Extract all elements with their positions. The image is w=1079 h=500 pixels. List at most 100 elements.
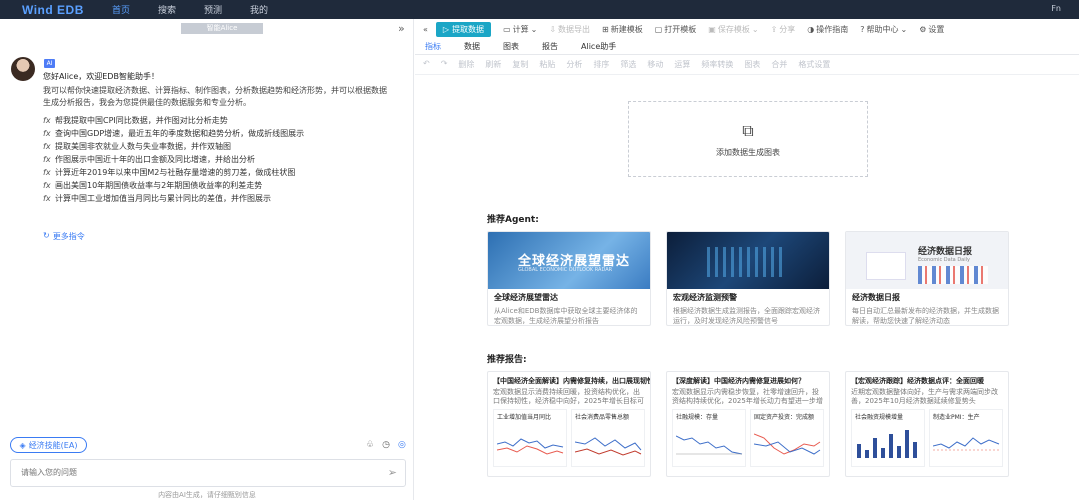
extract-data-label: 提取数据 (452, 24, 485, 34)
help-center-label: 帮助中心 (866, 24, 899, 34)
filter-tool[interactable]: 筛选 (620, 59, 636, 70)
suggestion-item[interactable]: fx 作图展示中国近十年的出口金额及同比增速，并给出分析 (43, 153, 403, 166)
move-tool[interactable]: 移动 (647, 59, 663, 70)
new-template-button[interactable]: ⊞ 新建模板 (602, 24, 643, 35)
save-template-button[interactable]: ▣ 保存模板 ⌄ (708, 24, 758, 35)
settings-button[interactable]: ⚙ 设置 (919, 24, 944, 35)
report-mini-chart: 制造业PMI：生产 (929, 409, 1003, 467)
mini-chart-lines (575, 437, 642, 456)
delete-tool[interactable]: 删除 (458, 59, 474, 70)
report-mini-chart: 工业增加值当月同比 (493, 409, 567, 467)
suggestion-item[interactable]: fx 帮我提取中国CPI同比数据，并作图对比分析走势 (43, 114, 403, 127)
report-section-title: 推荐报告: (487, 355, 527, 365)
suggestion-list: fx 帮我提取中国CPI同比数据，并作图对比分析走势 fx 查询中国GDP增速，最近… (43, 114, 403, 205)
report-desc: 宏观数据显示消费持续回暖，投资结构优化，出口保持韧性，经济稳中向好，2025年增… (493, 388, 644, 405)
intro-text: 我可以帮你快速提取经济数据、计算指标、制作图表，分析数据趋势和经济形势，并可以根… (43, 86, 387, 107)
mini-chart-label: 制造业PMI：生产 (933, 414, 980, 421)
suggestion-item[interactable]: fx 查询中国GDP增速，最近五年的季度数据和趋势分析，做成折线图展示 (43, 127, 403, 140)
undo-icon[interactable]: ↶ (423, 59, 430, 70)
top-nav: 首页 搜索 预测 我的 (112, 3, 268, 16)
disclaimer-text: 内容由AI生成，请仔细甄别信息 (158, 491, 256, 499)
calc-button[interactable]: ▭ 计算 ⌄ (503, 24, 537, 35)
user-menu[interactable]: Fn (1051, 4, 1061, 13)
agent-card[interactable]: 全球经济展望雷达 GLOBAL ECONOMIC OUTLOOK RADAR 全… (487, 231, 651, 326)
tabs-divider (415, 54, 1079, 55)
chart-tool[interactable]: 图表 (744, 59, 760, 70)
analyze-tool[interactable]: 分析 (566, 59, 582, 70)
mini-chart-label: 工业增加值当月同比 (497, 414, 552, 421)
mini-chart-lines (754, 433, 821, 455)
mini-chart-label: 社融规模：存量 (676, 414, 719, 421)
cover-chart-graphic (866, 252, 906, 280)
format-tool[interactable]: 格式设置 (798, 59, 830, 70)
suggestion-item[interactable]: fx 提取美国非农就业人数与失业率数据，并作双轴图 (43, 140, 403, 153)
paste-tool[interactable]: 粘贴 (539, 59, 555, 70)
mini-chart-bars (857, 430, 917, 458)
skill-icon: ◈ (19, 440, 26, 450)
tab-alice[interactable]: Alice助手 (581, 41, 616, 52)
suggestion-text: 帮我提取中国CPI同比数据，并作图对比分析走势 (55, 116, 228, 125)
copy-tool[interactable]: 复制 (512, 59, 528, 70)
suggestion-text: 提取美国非农就业人数与失业率数据，并作双轴图 (55, 142, 231, 151)
edit-toolbar-divider (415, 74, 1079, 75)
chat-input[interactable] (21, 468, 361, 477)
report-mini-chart: 社会融资规模增量 (851, 409, 925, 467)
settings-label: 设置 (928, 24, 945, 34)
history-icon[interactable]: ◷ (382, 440, 390, 450)
refresh-tool[interactable]: 刷新 (485, 59, 501, 70)
tab-reports[interactable]: 报告 (542, 41, 558, 52)
agent-cover-title: 经济数据日报 (918, 247, 973, 257)
clean-icon[interactable]: ♧ (366, 440, 374, 450)
export-button[interactable]: ⇩ 数据导出 (549, 24, 590, 35)
suggestion-item[interactable]: fx 计算近年2019年以来中国M2与社融存量增速的剪刀差，做成柱状图 (43, 166, 403, 179)
workspace: « ▷ 提取数据 ▭ 计算 ⌄ ⇩ 数据导出 ⊞ 新建模板 ▢ 打开模板 ▣ 保存模板 ⌄ ⇪… (415, 19, 1079, 500)
gear-icon: ⚙ (919, 24, 927, 34)
tab-indicators[interactable]: 指标 (425, 41, 441, 52)
guide-button[interactable]: ◑ 操作指南 (807, 24, 848, 35)
frequency-tool[interactable]: 频率转换 (701, 59, 733, 70)
agent-desc: 从Alice和EDB数据库中获取全球主要经济体的宏观数据，生成经济展望分析报告 (494, 307, 638, 325)
add-chart-label: 添加数据生成图表 (716, 147, 780, 157)
nav-mine[interactable]: 我的 (250, 3, 268, 16)
share-button[interactable]: ⇪ 分享 (771, 24, 796, 35)
agent-title: 宏观经济监测预警 (673, 293, 737, 302)
suggestion-text: 计算中国工业增加值当月同比与累计同比的差值，并作图展示 (55, 194, 271, 203)
extract-data-button[interactable]: ▷ 提取数据 (435, 21, 492, 37)
nav-home[interactable]: 首页 (112, 3, 130, 16)
report-title: 【中国经济全面解读】内需修复持续，出口展现韧性 (493, 377, 650, 385)
help-center-button[interactable]: ? 帮助中心 ⌄ (860, 24, 907, 35)
skill-button[interactable]: ◈ 经济技能(EA) (10, 437, 87, 453)
nav-search[interactable]: 搜索 (158, 3, 176, 16)
tab-data[interactable]: 数据 (464, 41, 480, 52)
add-chart-area[interactable]: ⧉ 添加数据生成图表 (628, 101, 868, 177)
agent-cover-subtitle: Economic Data Daily (918, 257, 970, 263)
report-card[interactable]: 【深度解读】中国经济内需修复进展如何？ 宏观数据显示内需稳步恢复，社零增速回升，… (666, 371, 830, 477)
suggestion-text: 查询中国GDP增速，最近五年的季度数据和趋势分析，做成折线图展示 (55, 129, 305, 138)
cover-bars-graphic (918, 266, 988, 284)
agent-card[interactable]: 经济数据日报 Economic Data Daily 经济数据日报 每日自动汇总… (845, 231, 1009, 326)
collapse-left-icon[interactable]: « (423, 25, 428, 34)
tab-charts[interactable]: 图表 (503, 41, 519, 52)
suggestion-item[interactable]: fx 画出美国10年期国债收益率与2年期国债收益率的利差走势 (43, 179, 403, 192)
report-card[interactable]: 【中国经济全面解读】内需修复持续，出口展现韧性 宏观数据显示消费持续回暖，投资结… (487, 371, 651, 477)
report-title: 【宏观经济跟踪】经济数据点评：全面回暖 (851, 377, 984, 385)
more-commands-link[interactable]: ↻ 更多指令 (43, 231, 85, 242)
collapse-panel-icon[interactable]: » (398, 22, 405, 35)
open-template-button[interactable]: ▢ 打开模板 (655, 24, 697, 35)
redo-icon[interactable]: ↷ (441, 59, 448, 70)
share-icon: ⇪ (770, 24, 778, 34)
new-chat-icon[interactable]: ◎ (398, 440, 406, 450)
compute-tool[interactable]: 运算 (674, 59, 690, 70)
edit-toolbar: ↶ ↷ 删除 刷新 复制 粘贴 分析 排序 筛选 移动 运算 频率转换 图表 合… (423, 59, 830, 70)
nav-forecast[interactable]: 预测 (204, 3, 222, 16)
agent-card[interactable]: 宏观经济监测预警 根据经济数据生成监测报告，全面跟踪宏观经济运行，及时发现经济风… (666, 231, 830, 326)
send-icon[interactable]: ➢ (388, 466, 397, 479)
merge-tool[interactable]: 合并 (771, 59, 787, 70)
suggestion-item[interactable]: fx 计算中国工业增加值当月同比与累计同比的差值，并作图展示 (43, 192, 403, 205)
fx-icon: fx (43, 181, 51, 190)
session-tag[interactable]: 智能Alice (181, 23, 263, 34)
fx-icon: fx (43, 168, 51, 177)
report-card[interactable]: 【宏观经济跟踪】经济数据点评：全面回暖 近期宏观数据整体向好，生产与需求两端同步… (845, 371, 1009, 477)
agent-title: 全球经济展望雷达 (494, 293, 558, 302)
sort-tool[interactable]: 排序 (593, 59, 609, 70)
